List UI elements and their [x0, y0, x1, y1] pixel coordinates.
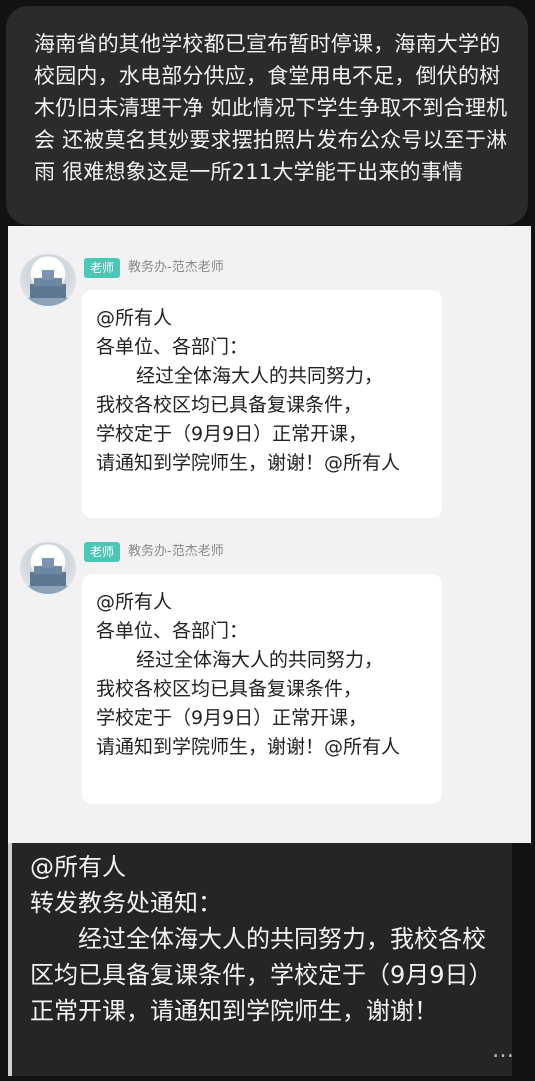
message-line: 各单位、各部门： [96, 336, 249, 358]
message-line: 我校各校区均已具备复课条件， [96, 678, 363, 700]
avatar-building-icon [20, 558, 76, 594]
sender-name: 教务办-范杰老师 [128, 260, 224, 275]
chat-screenshot: 老师 教务办-范杰老师 @所有人 各单位、各部门： 经过全体海大人的共同努力， … [8, 226, 531, 843]
message-line: 经过全体海大人的共同努力， [136, 649, 384, 671]
notice-body: 经过全体海大人的共同努力，我校各校区均已具备复课条件，学校定于（9月9日）正常开… [30, 925, 493, 1025]
message-line: 我校各校区均已具备复课条件， [96, 394, 363, 416]
message-line: 请通知到学院师生，谢谢！@所有人 [96, 736, 401, 758]
message-line: @所有人 [96, 307, 173, 329]
message-card[interactable]: @所有人 各单位、各部门： 经过全体海大人的共同努力， 我校各校区均已具备复课条… [82, 290, 442, 518]
sender-name: 教务办-范杰老师 [128, 544, 224, 559]
message-card[interactable]: @所有人 各单位、各部门： 经过全体海大人的共同努力， 我校各校区均已具备复课条… [82, 574, 442, 804]
message-line: 学校定于（9月9日）正常开课， [96, 423, 368, 445]
post-text-bubble: 海南省的其他学校都已宣布暂时停课，海南大学的校园内，水电部分供应，食堂用电不足，… [6, 6, 528, 225]
post-text: 海南省的其他学校都已宣布暂时停课，海南大学的校园内，水电部分供应，食堂用电不足，… [34, 32, 508, 184]
message-line: @所有人 [96, 591, 173, 613]
message-line: 各单位、各部门： [96, 620, 249, 642]
message-line: 学校定于（9月9日）正常开课， [96, 707, 368, 729]
avatar-building-icon [20, 270, 76, 306]
avatar[interactable] [20, 254, 76, 306]
message-line: 请通知到学院师生，谢谢！@所有人 [96, 452, 401, 474]
notice-line: @所有人 [30, 853, 126, 881]
avatar[interactable] [20, 542, 76, 594]
watermark: … [492, 1038, 514, 1063]
notice-line: 转发教务处通知： [30, 889, 222, 917]
message-line: 经过全体海大人的共同努力， [136, 365, 384, 387]
teacher-tag: 老师 [84, 258, 121, 278]
notice-screenshot: @所有人 转发教务处通知： 经过全体海大人的共同努力，我校各校区均已具备复课条件… [12, 843, 512, 1076]
teacher-tag: 老师 [84, 542, 121, 562]
